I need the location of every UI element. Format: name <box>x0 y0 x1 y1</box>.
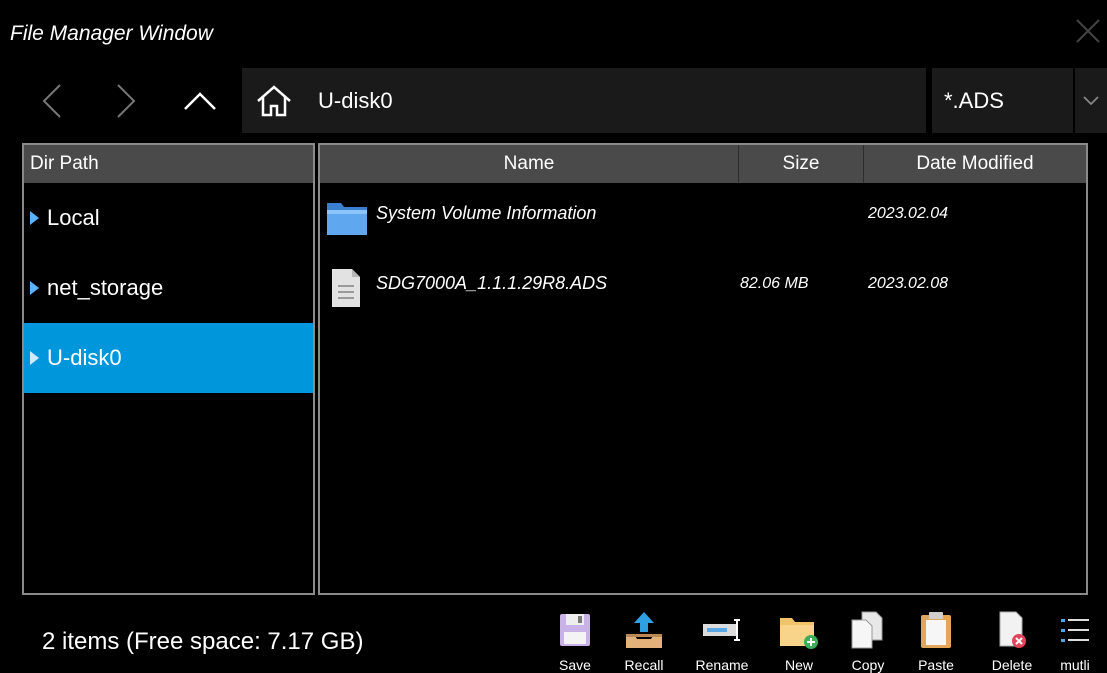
dir-item-label: net_storage <box>47 275 164 300</box>
paste-button[interactable]: Paste <box>904 610 968 673</box>
file-name: SDG7000A_1.1.1.29R8.ADS <box>376 273 608 293</box>
multi-select-button[interactable]: mutli <box>1043 610 1107 673</box>
expand-triangle-icon[interactable] <box>30 211 39 225</box>
copy-icon <box>851 611 883 649</box>
new-label: New <box>784 657 813 673</box>
back-button[interactable] <box>20 66 84 136</box>
chevron-up-icon <box>184 92 216 110</box>
save-label: Save <box>559 657 591 673</box>
path-box[interactable]: U-disk0 <box>242 68 926 133</box>
filter-value: *.ADS <box>944 88 1004 113</box>
forward-button[interactable] <box>94 66 158 136</box>
window-title: File Manager Window <box>10 22 213 45</box>
dir-item-label: U-disk0 <box>47 345 122 370</box>
chevron-right-icon <box>117 84 136 118</box>
column-header-date[interactable]: Date Modified <box>864 145 1086 183</box>
rename-label: Rename <box>695 657 749 673</box>
file-date: 2023.02.04 <box>868 205 949 222</box>
copy-button[interactable]: Copy <box>836 610 900 673</box>
file-filter-select[interactable]: *.ADS <box>932 68 1107 133</box>
dir-path-pane: Dir Path Local net_storage U-disk0 <box>22 143 315 595</box>
recall-button[interactable]: Recall <box>612 610 676 673</box>
file-list-pane: Name Size Date Modified System Volume In… <box>318 143 1088 595</box>
dir-item-label: Local <box>47 205 100 230</box>
rename-icon <box>703 619 740 641</box>
action-toolbar: Save Recall Rename New Copy Paste Delete… <box>0 610 1107 673</box>
home-icon[interactable] <box>256 84 292 118</box>
file-row[interactable]: SDG7000A_1.1.1.29R8.ADS 82.06 MB 2023.02… <box>320 253 1086 323</box>
delete-label: Delete <box>991 657 1033 673</box>
delete-icon <box>999 611 1026 648</box>
new-folder-button[interactable]: New <box>767 610 831 673</box>
file-size: 82.06 MB <box>740 275 809 292</box>
current-path: U-disk0 <box>318 88 393 113</box>
folder-icon <box>327 203 367 235</box>
file-icon <box>332 269 360 307</box>
expand-triangle-icon[interactable] <box>30 351 39 365</box>
close-icon[interactable] <box>1073 16 1103 46</box>
recall-icon <box>626 612 662 648</box>
recall-label: Recall <box>624 657 664 673</box>
chevron-down-icon[interactable] <box>1082 94 1100 108</box>
list-icon <box>1061 619 1089 642</box>
file-date: 2023.02.08 <box>868 275 949 292</box>
dir-path-header: Dir Path <box>24 145 313 183</box>
dir-item-net-storage[interactable]: net_storage <box>24 253 313 323</box>
file-name: System Volume Information <box>376 203 597 223</box>
up-button[interactable] <box>168 66 232 136</box>
column-header-size[interactable]: Size <box>739 145 863 183</box>
save-icon <box>560 614 590 646</box>
file-row[interactable]: System Volume Information 2023.02.04 <box>320 183 1086 253</box>
delete-button[interactable]: Delete <box>980 610 1044 673</box>
copy-label: Copy <box>851 657 885 673</box>
save-button[interactable]: Save <box>543 610 607 673</box>
multi-label: mutli <box>1060 657 1090 673</box>
filter-divider <box>1073 68 1075 133</box>
paste-icon <box>921 612 951 648</box>
expand-triangle-icon[interactable] <box>30 281 39 295</box>
file-list-header: Name Size Date Modified <box>320 145 1086 183</box>
dir-item-u-disk0[interactable]: U-disk0 <box>24 323 313 393</box>
new-folder-icon <box>780 618 818 649</box>
column-header-name[interactable]: Name <box>320 145 738 183</box>
chevron-left-icon <box>42 84 61 118</box>
paste-label: Paste <box>918 657 954 673</box>
dir-item-local[interactable]: Local <box>24 183 313 253</box>
title-bar: File Manager Window <box>0 0 1107 66</box>
navigation-bar: U-disk0 *.ADS <box>0 66 1107 136</box>
rename-button[interactable]: Rename <box>690 610 754 673</box>
